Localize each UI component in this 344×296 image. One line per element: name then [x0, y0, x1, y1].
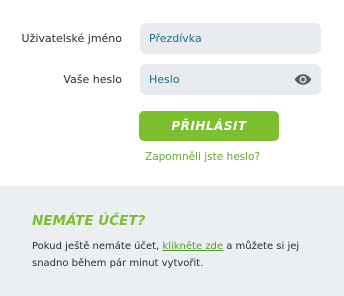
password-placeholder: Heslo [149, 73, 180, 86]
login-form: Uživatelské jméno Přezdívka Vaše heslo H… [0, 0, 344, 186]
password-row: Vaše heslo Heslo [0, 64, 344, 95]
page: Uživatelské jméno Přezdívka Vaše heslo H… [0, 0, 344, 296]
password-input[interactable]: Heslo [140, 64, 321, 95]
register-text: Pokud ještě nemáte účet, klikněte zde a … [32, 238, 322, 272]
username-input[interactable]: Přezdívka [140, 23, 321, 54]
username-label: Uživatelské jméno [21, 32, 122, 45]
username-placeholder: Přezdívka [149, 32, 202, 45]
register-text-before: Pokud ještě nemáte účet, [32, 241, 163, 252]
password-label: Vaše heslo [63, 73, 122, 86]
eye-icon[interactable] [294, 73, 312, 86]
forgot-password-link[interactable]: Zapomněli jste heslo? [145, 151, 260, 163]
register-heading: NEMÁTE ÚČET? [32, 213, 146, 229]
username-row: Uživatelské jméno Přezdívka [0, 23, 344, 54]
register-section: NEMÁTE ÚČET? Pokud ještě nemáte účet, kl… [0, 186, 344, 296]
register-link[interactable]: klikněte zde [162, 241, 223, 252]
login-button[interactable]: PŘIHLÁSIT [139, 111, 279, 141]
